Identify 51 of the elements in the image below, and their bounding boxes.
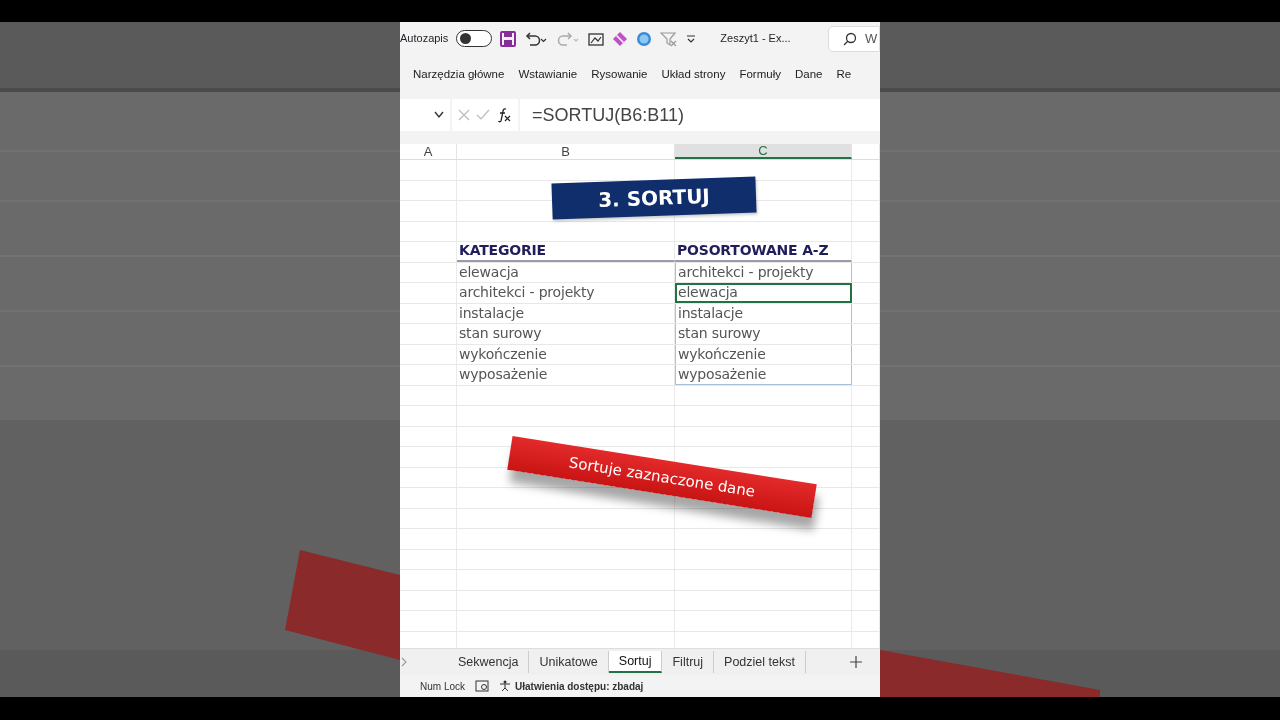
callout-banner: Sortuje zaznaczone dane — [507, 436, 817, 518]
ribbon-tab[interactable]: Układ strony — [654, 66, 733, 86]
table-cell[interactable]: instalacje — [675, 303, 852, 323]
column-header[interactable]: C — [675, 144, 852, 159]
ribbon-tab[interactable]: Dane — [787, 66, 830, 86]
search-text: W — [865, 29, 878, 48]
table-cell: architekci - projekty — [457, 283, 675, 303]
macro-icon[interactable] — [475, 680, 489, 692]
table-cell: wyposażenie — [457, 365, 675, 385]
table-cell: wykończenie — [457, 344, 675, 364]
clear-filter-icon[interactable] — [660, 30, 679, 47]
ribbon-tab[interactable]: Wstawianie — [511, 66, 585, 86]
status-text: Num Lock — [420, 679, 465, 694]
circle-icon[interactable] — [636, 30, 653, 47]
sheet-tab[interactable]: Unikatowe — [529, 651, 609, 673]
add-sheet-icon[interactable] — [850, 656, 862, 668]
table-cell: elewacja — [457, 262, 675, 282]
document-title: Zeszyt1 - Ex... — [720, 31, 791, 47]
table-cell: stan surowy — [457, 324, 675, 344]
title-banner: 3. SORTUJ — [551, 176, 757, 220]
sheet-tab[interactable]: Filtruj — [662, 651, 715, 673]
formula-field[interactable]: =SORTUJ(B6:B11) — [520, 99, 880, 131]
undo-icon[interactable] — [524, 30, 549, 47]
chevron-down-icon — [434, 111, 444, 119]
table-cell[interactable]: wyposażenie — [675, 365, 852, 385]
table-header: POSORTOWANE A-Z — [675, 242, 852, 262]
accessibility-icon[interactable] — [499, 680, 511, 692]
eraser-icon[interactable] — [612, 30, 629, 47]
sheet-tab[interactable]: Sortuj — [608, 651, 663, 673]
search-icon — [843, 31, 857, 46]
table-cell[interactable]: wykończenie — [675, 344, 852, 364]
table-header: KATEGORIE — [457, 242, 675, 262]
ribbon-tab[interactable]: Narzędzia główne — [406, 66, 512, 86]
table-cell[interactable]: stan surowy — [675, 324, 852, 344]
column-header[interactable]: A — [400, 144, 457, 159]
sheet-tab[interactable]: Podziel tekst — [714, 651, 806, 673]
table-cell[interactable]: elewacja — [675, 283, 852, 303]
function-icon[interactable] — [496, 107, 512, 123]
dropdown-icon[interactable] — [686, 33, 697, 44]
ribbon-tab[interactable]: Formuły — [732, 66, 788, 86]
ribbon-tab[interactable]: Re — [829, 66, 859, 86]
sheet-tab[interactable]: Sekwencja — [448, 651, 530, 673]
accessibility-status[interactable]: Ułatwienia dostępu: zbadaj — [515, 678, 644, 694]
autosave-toggle[interactable] — [456, 30, 493, 47]
picture-frame-icon[interactable] — [588, 31, 605, 46]
autosave-label: Autozapis — [400, 31, 449, 47]
search-field[interactable]: W — [828, 25, 880, 52]
save-icon[interactable] — [500, 30, 517, 47]
ribbon-tab[interactable]: Rysowanie — [584, 66, 655, 86]
table-cell[interactable]: architekci - projekty — [675, 262, 852, 282]
table-cell: instalacje — [457, 303, 675, 323]
